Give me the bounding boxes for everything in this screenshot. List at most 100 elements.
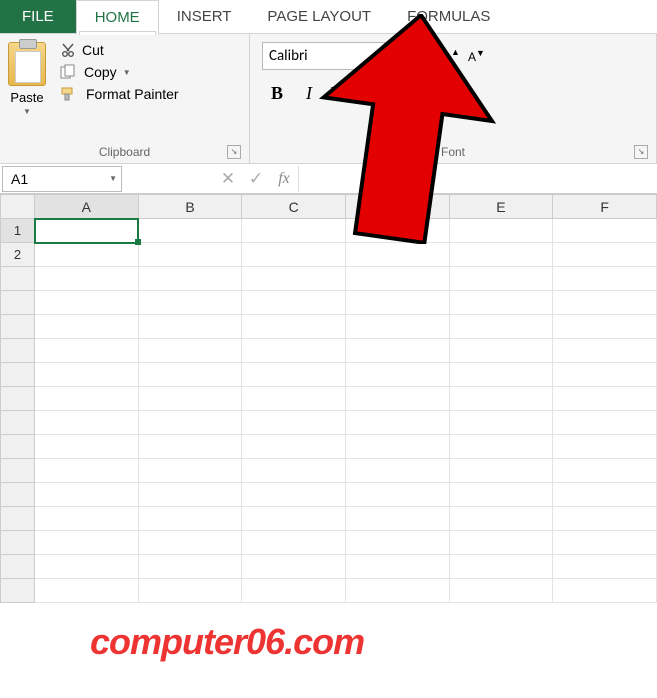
cell[interactable] [345, 315, 449, 339]
cell[interactable] [449, 243, 553, 267]
cell[interactable] [553, 363, 657, 387]
copy-dropdown-caret[interactable]: ▼ [123, 68, 131, 77]
tab-home[interactable]: HOME [76, 0, 159, 34]
cell[interactable] [138, 483, 242, 507]
font-dialog-launcher[interactable]: ↘ [634, 145, 648, 159]
cell[interactable] [449, 339, 553, 363]
cell[interactable] [138, 339, 242, 363]
cell[interactable] [242, 291, 346, 315]
cell[interactable] [35, 339, 139, 363]
cell[interactable] [35, 219, 139, 243]
row-header[interactable] [1, 435, 35, 459]
cell[interactable] [138, 411, 242, 435]
cell[interactable] [449, 531, 553, 555]
cell[interactable] [242, 219, 346, 243]
cell[interactable] [138, 219, 242, 243]
row-header[interactable] [1, 507, 35, 531]
insert-function-button[interactable]: fx [270, 170, 298, 188]
cell[interactable] [553, 555, 657, 579]
cell[interactable] [138, 243, 242, 267]
column-header[interactable]: F [553, 195, 657, 219]
cell[interactable] [242, 531, 346, 555]
bold-button[interactable]: B [262, 80, 292, 106]
row-header[interactable] [1, 483, 35, 507]
cell[interactable] [553, 339, 657, 363]
cell[interactable] [242, 555, 346, 579]
cell[interactable] [449, 315, 553, 339]
cell[interactable] [138, 267, 242, 291]
cell[interactable] [449, 363, 553, 387]
cell[interactable] [345, 339, 449, 363]
cell[interactable] [35, 579, 139, 603]
cell[interactable] [138, 363, 242, 387]
formula-bar-input[interactable] [298, 166, 657, 192]
cell[interactable] [553, 459, 657, 483]
row-header[interactable]: 2 [1, 243, 35, 267]
row-header[interactable] [1, 363, 35, 387]
cell[interactable] [242, 315, 346, 339]
tab-page-layout[interactable]: PAGE LAYOUT [249, 0, 389, 33]
cell[interactable] [138, 507, 242, 531]
name-box[interactable]: A1 ▼ [2, 166, 122, 192]
enter-formula-button[interactable]: ✓ [242, 169, 270, 189]
cell[interactable] [345, 387, 449, 411]
paste-dropdown-caret[interactable]: ▼ [23, 107, 31, 116]
cell[interactable] [242, 483, 346, 507]
cell[interactable] [553, 219, 657, 243]
row-header[interactable] [1, 387, 35, 411]
decrease-font-size-button[interactable]: A▼ [465, 46, 488, 66]
row-header[interactable] [1, 267, 35, 291]
cell[interactable] [345, 579, 449, 603]
row-header[interactable] [1, 411, 35, 435]
cell[interactable] [449, 435, 553, 459]
cell[interactable] [35, 243, 139, 267]
cell[interactable] [553, 483, 657, 507]
cell[interactable] [345, 363, 449, 387]
cut-button[interactable]: Cut [60, 42, 179, 58]
increase-font-size-button[interactable]: A▲ [438, 45, 463, 67]
cell[interactable] [138, 435, 242, 459]
cell[interactable] [138, 579, 242, 603]
cell[interactable] [345, 411, 449, 435]
cell[interactable] [553, 435, 657, 459]
cell[interactable] [35, 387, 139, 411]
column-header[interactable]: B [138, 195, 242, 219]
select-all-corner[interactable] [1, 195, 35, 219]
cell[interactable] [345, 483, 449, 507]
cell[interactable] [449, 291, 553, 315]
cell[interactable] [138, 531, 242, 555]
cell[interactable] [449, 579, 553, 603]
cell[interactable] [345, 555, 449, 579]
underline-button[interactable]: U▼ [326, 80, 356, 106]
paste-button[interactable]: Paste ▼ [8, 38, 52, 142]
cell[interactable] [242, 579, 346, 603]
cell[interactable] [345, 243, 449, 267]
cancel-formula-button[interactable]: ✕ [214, 169, 242, 189]
format-painter-button[interactable]: Format Painter [60, 86, 179, 102]
cell[interactable] [449, 555, 553, 579]
cell[interactable] [449, 411, 553, 435]
cell[interactable] [449, 387, 553, 411]
cell[interactable] [242, 363, 346, 387]
cell[interactable] [35, 555, 139, 579]
name-box-caret[interactable]: ▼ [109, 174, 117, 183]
cell[interactable] [242, 243, 346, 267]
cell[interactable] [553, 291, 657, 315]
column-header[interactable]: A [35, 195, 139, 219]
cell[interactable] [553, 243, 657, 267]
row-header[interactable] [1, 531, 35, 555]
fill-color-button[interactable]: ▼ [412, 80, 442, 106]
cell[interactable] [449, 219, 553, 243]
cell[interactable] [553, 315, 657, 339]
copy-button[interactable]: Copy ▼ [60, 64, 179, 80]
cell[interactable] [345, 219, 449, 243]
row-header[interactable] [1, 555, 35, 579]
cell[interactable] [35, 459, 139, 483]
cell[interactable] [35, 411, 139, 435]
cell[interactable] [242, 387, 346, 411]
cell[interactable] [242, 459, 346, 483]
cell[interactable] [35, 483, 139, 507]
row-header[interactable] [1, 291, 35, 315]
cell[interactable] [138, 459, 242, 483]
cell[interactable] [345, 291, 449, 315]
